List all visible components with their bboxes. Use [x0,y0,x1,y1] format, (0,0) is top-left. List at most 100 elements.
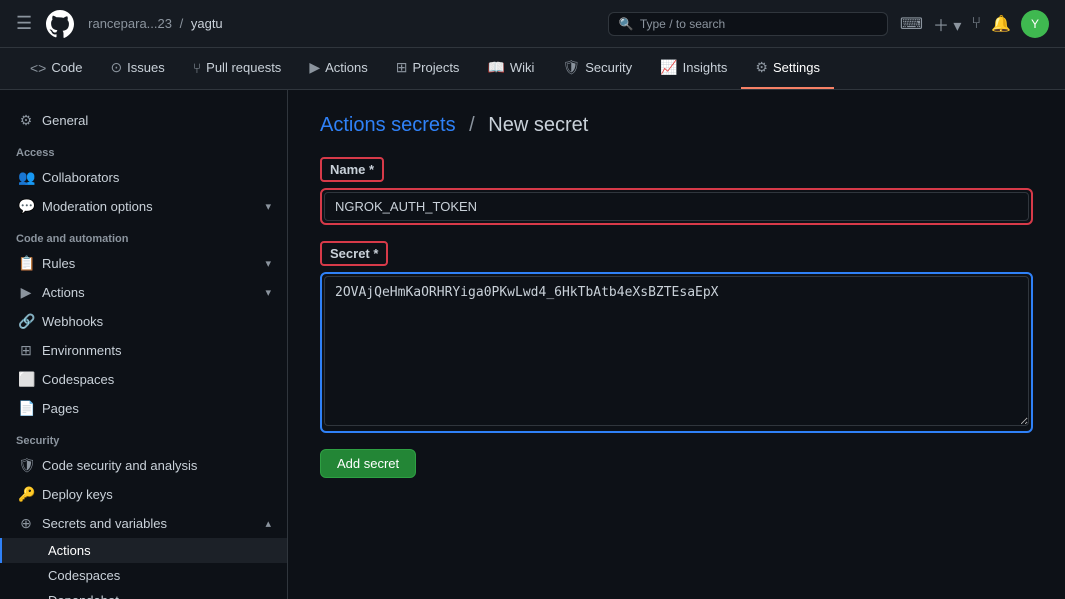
sidebar-general-label: General [42,113,88,128]
terminal-icon[interactable]: ⌨ [900,14,923,34]
wiki-icon: 📖 [487,59,504,76]
code-automation-label: Code and automation [0,221,287,249]
pages-icon: 📄 [18,400,34,417]
rules-chevron: ▾ [265,257,271,270]
name-section: Name * [320,157,1033,225]
bell-icon[interactable]: 🔔 [991,14,1011,34]
sidebar-sub-codespaces[interactable]: Codespaces [0,563,287,588]
sidebar-item-rules[interactable]: 📋 Rules ▾ [0,249,287,278]
collaborators-label: Collaborators [42,170,119,185]
secrets-label: Secrets and variables [42,516,167,531]
sidebar-item-codespaces[interactable]: ⬜ Codespaces [0,365,287,394]
webhooks-label: Webhooks [42,314,103,329]
environments-icon: ⊞ [18,342,34,359]
secret-label-box: Secret * [320,241,388,266]
tab-insights[interactable]: 📈 Insights [646,48,741,89]
name-input[interactable] [324,192,1029,221]
name-input-wrapper [320,188,1033,225]
codespaces-sub-label: Codespaces [48,568,120,583]
code-security-icon: 🛡 [18,457,34,474]
breadcrumb: Actions secrets / New secret [320,114,1033,137]
tab-settings[interactable]: ⚙ Settings [741,48,834,89]
sidebar-sub-actions[interactable]: Actions [0,538,287,563]
main-layout: ⚙ General Access 👥 Collaborators 💬 Moder… [0,90,1065,599]
search-icon: 🔍 [619,17,634,31]
deploy-keys-icon: 🔑 [18,486,34,503]
repo-path: rancepara...23 / yagtu [88,16,223,31]
actions-sub-label: Actions [48,543,91,558]
moderation-label: Moderation options [42,199,153,214]
breadcrumb-link[interactable]: Actions secrets [320,114,456,136]
secrets-icon: ⊕ [18,515,34,532]
pr-icon: ⑂ [193,60,201,76]
repo-name-link[interactable]: yagtu [191,16,223,31]
tab-wiki[interactable]: 📖 Wiki [473,48,548,89]
sidebar-item-moderation[interactable]: 💬 Moderation options ▾ [0,192,287,221]
breadcrumb-separator: / [469,114,475,136]
add-secret-button[interactable]: Add secret [320,449,416,478]
search-bar[interactable]: 🔍 Type / to search [608,12,888,36]
secret-textarea[interactable] [324,276,1029,426]
sidebar-item-webhooks[interactable]: 🔗 Webhooks [0,307,287,336]
projects-icon: ⊞ [396,59,408,76]
webhooks-icon: 🔗 [18,313,34,330]
sidebar-item-general[interactable]: ⚙ General [0,106,287,135]
name-label: Name * [330,162,374,177]
secret-label: Secret * [330,246,378,261]
tab-actions[interactable]: ▶ Actions [295,48,381,89]
tab-projects[interactable]: ⊞ Projects [382,48,474,89]
top-nav: ☰ rancepara...23 / yagtu 🔍 Type / to sea… [0,0,1065,48]
breadcrumb-current: New secret [488,114,588,136]
security-section-label: Security [0,423,287,451]
actions-chevron: ▾ [265,286,271,299]
sidebar-item-actions[interactable]: ▶ Actions ▾ [0,278,287,307]
deploy-keys-label: Deploy keys [42,487,113,502]
search-placeholder: Type / to search [640,17,725,31]
secret-textarea-wrapper [320,272,1033,433]
codespaces-icon: ⬜ [18,371,34,388]
settings-icon: ⚙ [755,59,768,76]
code-icon: <> [30,60,46,76]
issues-icon: ⊙ [110,59,122,76]
moderation-chevron: ▾ [265,200,271,213]
collaborators-icon: 👥 [18,169,34,186]
tab-issues[interactable]: ⊙ Issues [96,48,178,89]
pages-label: Pages [42,401,79,416]
fork-icon[interactable]: ⑂ [971,15,981,33]
codespaces-label: Codespaces [42,372,114,387]
dependabot-sub-label: Dependabot [48,593,119,599]
actions-label: Actions [42,285,85,300]
sidebar-item-deploy-keys[interactable]: 🔑 Deploy keys [0,480,287,509]
secret-section: Secret * [320,241,1033,433]
repo-nav: <> Code ⊙ Issues ⑂ Pull requests ▶ Actio… [0,48,1065,90]
github-logo [44,8,76,40]
name-label-box: Name * [320,157,384,182]
top-nav-icons: ⌨ ＋ ▾ ⑂ 🔔 Y [900,10,1049,38]
sidebar-item-pages[interactable]: 📄 Pages [0,394,287,423]
insights-icon: 📈 [660,59,677,76]
actions-icon: ▶ [309,59,320,76]
avatar[interactable]: Y [1021,10,1049,38]
sidebar-item-environments[interactable]: ⊞ Environments [0,336,287,365]
environments-label: Environments [42,343,121,358]
tab-code[interactable]: <> Code [16,48,96,89]
rules-icon: 📋 [18,255,34,272]
access-section-label: Access [0,135,287,163]
tab-pull-requests[interactable]: ⑂ Pull requests [179,48,296,89]
general-icon: ⚙ [18,112,34,129]
plus-icon[interactable]: ＋ ▾ [933,12,961,36]
sidebar-item-collaborators[interactable]: 👥 Collaborators [0,163,287,192]
hamburger-icon[interactable]: ☰ [16,13,32,34]
sidebar-item-secrets-variables[interactable]: ⊕ Secrets and variables ▴ [0,509,287,538]
security-icon: 🛡 [562,59,580,76]
secrets-chevron: ▴ [265,517,271,530]
moderation-icon: 💬 [18,198,34,215]
sidebar: ⚙ General Access 👥 Collaborators 💬 Moder… [0,90,288,599]
code-security-label: Code security and analysis [42,458,197,473]
actions-side-icon: ▶ [18,284,34,301]
sidebar-sub-dependabot[interactable]: Dependabot [0,588,287,599]
sidebar-item-code-security[interactable]: 🛡 Code security and analysis [0,451,287,480]
tab-security[interactable]: 🛡 Security [548,48,646,89]
rules-label: Rules [42,256,75,271]
content-area: Actions secrets / New secret Name * Secr… [288,90,1065,599]
